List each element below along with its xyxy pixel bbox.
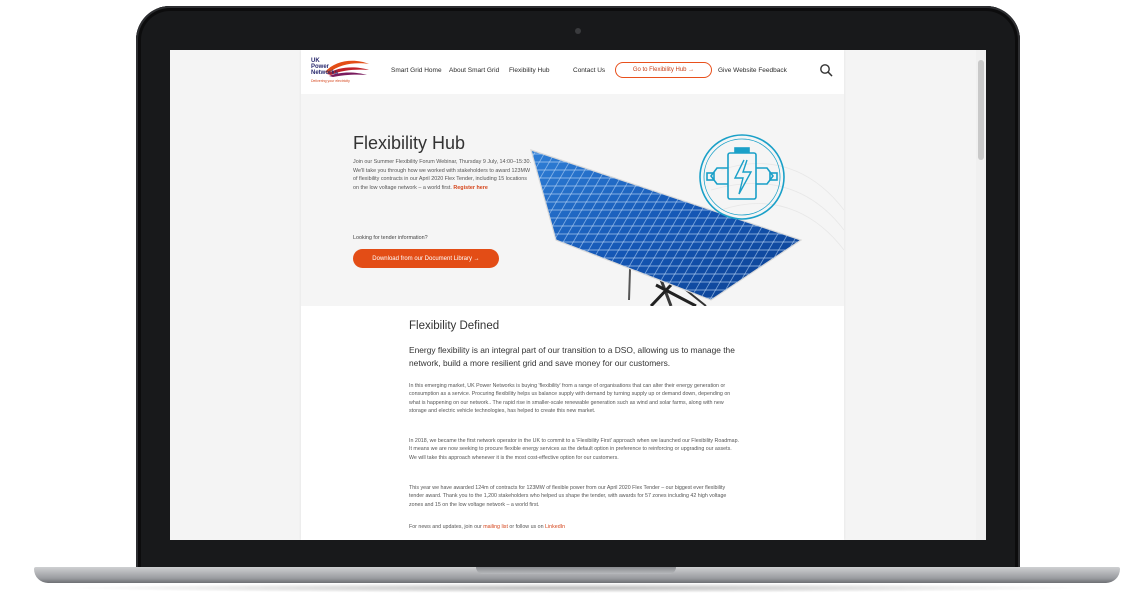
nav-flexibility-hub[interactable]: Flexibility Hub xyxy=(509,67,549,74)
nav-about-smart-grid[interactable]: About Smart Grid xyxy=(449,67,499,74)
mailing-list-link[interactable]: mailing list xyxy=(483,524,508,530)
paragraph-flexibility-first: In 2018, we became the first network ope… xyxy=(409,438,739,461)
laptop-shadow xyxy=(60,583,1090,593)
paragraph-emerging-market: In this emerging market, UK Power Networ… xyxy=(409,383,731,415)
nav-contact-us[interactable]: Contact Us xyxy=(573,67,605,74)
hero-banner: Flexibility Hub Join our Summer Flexibil… xyxy=(301,94,844,306)
laptop-hinge-notch xyxy=(476,567,676,574)
hero-title: Flexibility Hub xyxy=(353,133,466,153)
logo-tagline: Delivering your electricity xyxy=(311,79,350,83)
paragraph-news-updates: For news and updates, join our mailing l… xyxy=(409,524,566,530)
section-lead-paragraph: Energy flexibility is an integral part o… xyxy=(409,345,735,368)
linkedin-link[interactable]: LinkedIn xyxy=(545,524,565,530)
nav-smart-grid-home[interactable]: Smart Grid Home xyxy=(391,67,442,74)
uk-power-networks-logo[interactable]: UK Power Networks Delivering your electr… xyxy=(311,58,369,86)
register-here-link[interactable]: Register here xyxy=(453,185,487,191)
give-website-feedback-link[interactable]: Give Website Feedback xyxy=(718,67,787,74)
tender-question: Looking for tender information? xyxy=(353,235,428,241)
webcam-icon xyxy=(575,28,581,34)
download-document-library-button[interactable]: Download from our Document Library → xyxy=(353,249,499,268)
search-icon[interactable] xyxy=(819,63,833,77)
browser-viewport: UK Power Networks Delivering your electr… xyxy=(170,50,986,540)
go-to-flexibility-hub-button[interactable]: Go to Flexibility Hub → xyxy=(615,62,712,78)
web-page: UK Power Networks Delivering your electr… xyxy=(301,50,844,540)
webinar-announcement: Join our Summer Flexibility Forum Webina… xyxy=(353,159,531,192)
scrollbar-thumb[interactable] xyxy=(978,60,984,160)
site-header: UK Power Networks Delivering your electr… xyxy=(301,50,844,95)
section-title: Flexibility Defined xyxy=(409,320,500,332)
laptop-lid: UK Power Networks Delivering your electr… xyxy=(136,6,1020,574)
paragraph-tender-award: This year we have awarded 124m of contra… xyxy=(409,485,727,508)
battery-lightning-icon xyxy=(699,134,785,220)
solar-panel-illustration xyxy=(530,134,844,306)
logo-wordmark: UK Power Networks xyxy=(311,58,339,76)
